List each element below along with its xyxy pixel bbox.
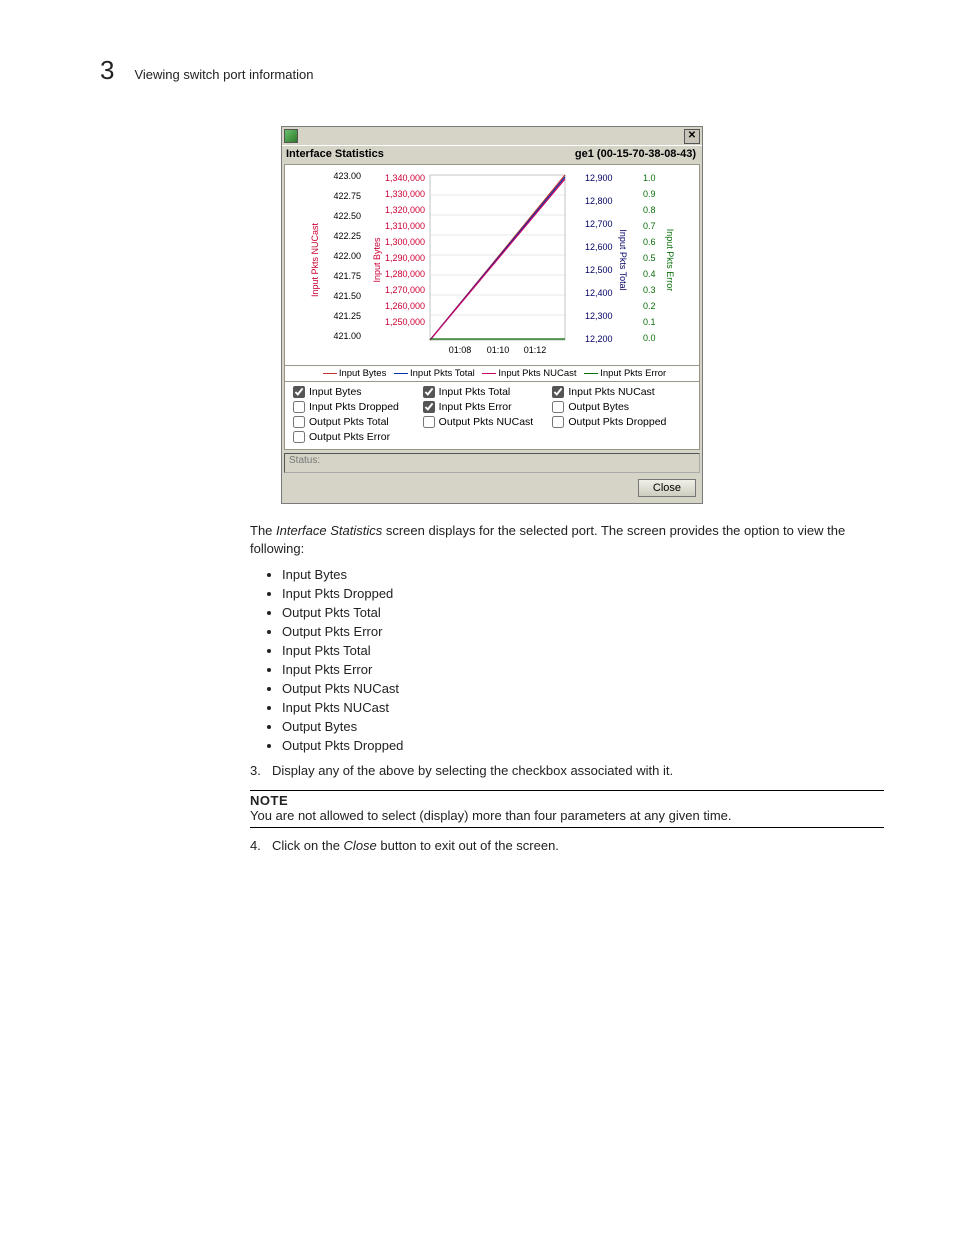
svg-text:1,300,000: 1,300,000 [385,237,425,247]
chart-area: 423.00 422.75 422.50 422.25 422.00 421.7… [284,164,700,366]
app-icon [284,129,298,143]
svg-text:Input Pkts NUCast: Input Pkts NUCast [310,222,320,297]
checkbox-input-pkts-error[interactable]: Input Pkts Error [423,401,553,413]
svg-text:0.0: 0.0 [643,333,656,343]
svg-text:0.6: 0.6 [643,237,656,247]
svg-text:12,600: 12,600 [585,242,613,252]
svg-text:01:10: 01:10 [487,345,510,355]
svg-text:1,340,000: 1,340,000 [385,173,425,183]
svg-text:12,200: 12,200 [585,334,613,344]
svg-text:0.7: 0.7 [643,221,656,231]
svg-text:1,330,000: 1,330,000 [385,189,425,199]
list-item: Input Pkts NUCast [282,700,884,715]
svg-text:422.75: 422.75 [333,191,361,201]
svg-text:1,250,000: 1,250,000 [385,317,425,327]
svg-text:0.9: 0.9 [643,189,656,199]
svg-text:12,300: 12,300 [585,311,613,321]
intro-paragraph: The Interface Statistics screen displays… [250,522,884,557]
svg-text:0.3: 0.3 [643,285,656,295]
svg-text:12,400: 12,400 [585,288,613,298]
list-item: Input Pkts Total [282,643,884,658]
checkbox-input-pkts-dropped[interactable]: Input Pkts Dropped [293,401,423,413]
svg-text:1,320,000: 1,320,000 [385,205,425,215]
chapter-number: 3 [100,55,114,86]
svg-text:423.00: 423.00 [333,171,361,181]
checkbox-input-bytes[interactable]: Input Bytes [293,386,423,398]
svg-text:421.50: 421.50 [333,291,361,301]
svg-text:0.2: 0.2 [643,301,656,311]
svg-text:12,800: 12,800 [585,196,613,206]
svg-text:01:08: 01:08 [449,345,472,355]
step-4: 4. Click on the Close button to exit out… [250,838,884,853]
svg-text:12,700: 12,700 [585,219,613,229]
dialog-title: Interface Statistics [286,148,384,160]
svg-text:1.0: 1.0 [643,173,656,183]
list-item: Input Pkts Error [282,662,884,677]
window-close-button[interactable]: ✕ [684,129,700,144]
svg-text:01:12: 01:12 [524,345,547,355]
chart-legend: Input Bytes Input Pkts Total Input Pkts … [284,366,700,382]
checkbox-output-pkts-nucast[interactable]: Output Pkts NUCast [423,416,553,428]
svg-text:1,270,000: 1,270,000 [385,285,425,295]
checkbox-input-pkts-total[interactable]: Input Pkts Total [423,386,553,398]
svg-text:0.1: 0.1 [643,317,656,327]
list-item: Output Pkts Total [282,605,884,620]
status-bar: Status: [284,453,700,473]
checkbox-output-bytes[interactable]: Output Bytes [552,401,695,413]
checkbox-output-pkts-total[interactable]: Output Pkts Total [293,416,423,428]
svg-text:421.75: 421.75 [333,271,361,281]
svg-text:Input Pkts Total: Input Pkts Total [618,229,628,290]
checkbox-output-pkts-dropped[interactable]: Output Pkts Dropped [552,416,695,428]
svg-text:Input Pkts Error: Input Pkts Error [665,229,675,292]
svg-text:12,900: 12,900 [585,173,613,183]
svg-text:1,310,000: 1,310,000 [385,221,425,231]
list-item: Output Pkts Dropped [282,738,884,753]
checkbox-output-pkts-error[interactable]: Output Pkts Error [293,431,423,443]
svg-text:1,260,000: 1,260,000 [385,301,425,311]
list-item: Output Pkts Error [282,624,884,639]
svg-text:Input Bytes: Input Bytes [372,237,382,283]
section-title: Viewing switch port information [134,67,313,82]
svg-text:422.25: 422.25 [333,231,361,241]
svg-text:0.8: 0.8 [643,205,656,215]
svg-text:1,280,000: 1,280,000 [385,269,425,279]
svg-text:421.00: 421.00 [333,331,361,341]
list-item: Input Bytes [282,567,884,582]
close-button[interactable]: Close [638,479,696,497]
svg-text:422.50: 422.50 [333,211,361,221]
list-item: Output Pkts NUCast [282,681,884,696]
note-heading: NOTE [250,793,884,808]
checkbox-grid: Input Bytes Input Pkts Total Input Pkts … [284,382,700,450]
options-list: Input Bytes Input Pkts Dropped Output Pk… [250,567,884,753]
svg-text:0.4: 0.4 [643,269,656,279]
title-bar: ✕ [282,127,702,145]
checkbox-input-pkts-nucast[interactable]: Input Pkts NUCast [552,386,695,398]
svg-text:12,500: 12,500 [585,265,613,275]
svg-text:1,290,000: 1,290,000 [385,253,425,263]
interface-statistics-dialog: ✕ Interface Statistics ge1 (00-15-70-38-… [281,126,703,504]
note-text: You are not allowed to select (display) … [250,808,884,823]
list-item: Input Pkts Dropped [282,586,884,601]
svg-text:421.25: 421.25 [333,311,361,321]
svg-text:0.5: 0.5 [643,253,656,263]
list-item: Output Bytes [282,719,884,734]
page-header: 3 Viewing switch port information [100,55,884,86]
step-3: 3. Display any of the above by selecting… [250,763,884,778]
interface-id: ge1 (00-15-70-38-08-43) [575,148,696,160]
svg-text:422.00: 422.00 [333,251,361,261]
